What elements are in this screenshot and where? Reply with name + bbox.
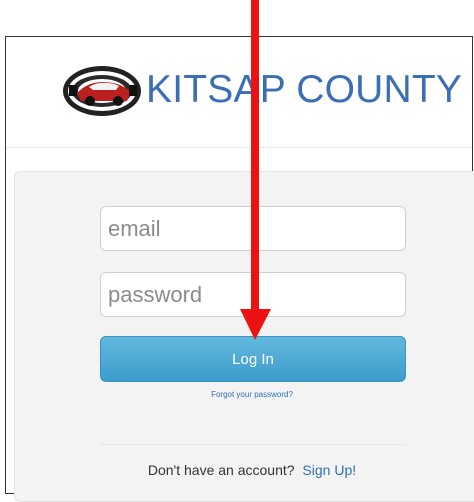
forgot-password-link[interactable]: Forgot your password? [15,390,474,399]
signup-link[interactable]: Sign Up! [302,462,356,478]
signup-prompt-text: Don't have an account? [147,462,295,478]
password-field[interactable] [100,272,406,317]
login-page-frame: KITSAP COUNTY Log In Forgot your passwor… [5,36,474,502]
login-button[interactable]: Log In [100,336,406,382]
form-divider [100,444,406,445]
signup-prompt: Don't have an account? Sign Up! [15,462,474,478]
header: KITSAP COUNTY [6,37,472,148]
brand-title: KITSAP COUNTY [146,68,463,111]
county-seal-icon [63,66,141,116]
email-field[interactable] [100,206,406,251]
login-panel: Log In Forgot your password? Don't have … [14,171,474,502]
kitsap-logo: KITSAP COUNTY [58,62,462,120]
